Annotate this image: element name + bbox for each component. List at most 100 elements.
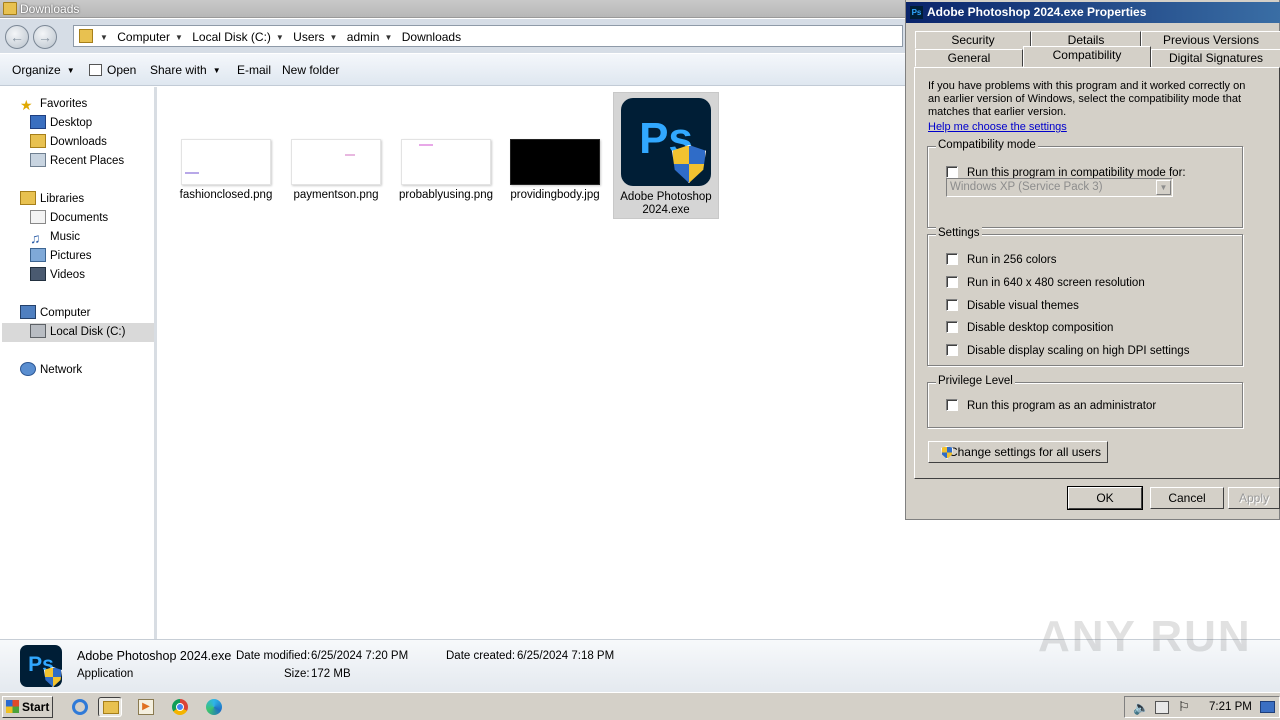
chevron-down-icon[interactable]: ▼: [175, 33, 183, 42]
file-list: fashionclosed.png paymentson.png probabl…: [160, 87, 905, 639]
nav-computer[interactable]: Computer: [20, 304, 91, 323]
drive-icon: [30, 324, 46, 338]
nav-libraries-label: Libraries: [40, 193, 85, 205]
apply-button[interactable]: Apply: [1228, 487, 1280, 509]
explorer-taskbar-button[interactable]: [98, 697, 122, 717]
chevron-down-icon[interactable]: ▼: [384, 33, 392, 42]
file-item[interactable]: probablyusing.png: [398, 139, 494, 201]
breadcrumb-downloads[interactable]: Downloads: [402, 30, 461, 44]
privilege-level-group: Privilege Level Run this program as an a…: [927, 375, 1243, 428]
documents-icon: [30, 210, 46, 224]
new-folder-button[interactable]: New folder: [282, 63, 339, 77]
caret-down-icon: ▼: [66, 66, 75, 75]
tab-compatibility[interactable]: Compatibility: [1023, 46, 1151, 67]
address-bar[interactable]: ▼ Computer ▼ Local Disk (C:) ▼ Users ▼ admi…: [73, 25, 903, 47]
checkbox-label: Run in 640 x 480 screen resolution: [967, 277, 1145, 289]
network-tray-icon[interactable]: [1155, 701, 1169, 714]
tab-previous-versions[interactable]: Previous Versions: [1141, 31, 1280, 49]
file-item-selected[interactable]: Ps Adobe Photoshop 2024.exe: [613, 92, 719, 219]
nav-local-disk[interactable]: Local Disk (C:): [2, 323, 154, 342]
details-file-type: Application: [77, 668, 134, 680]
cancel-button[interactable]: Cancel: [1150, 487, 1224, 509]
change-settings-all-users-button[interactable]: Change settings for all users: [928, 441, 1108, 463]
compatibility-mode-group: Compatibility mode Run this program in c…: [927, 139, 1243, 228]
nav-downloads[interactable]: Downloads: [30, 133, 107, 152]
chevron-down-icon[interactable]: ▼: [330, 33, 338, 42]
select-value: Windows XP (Service Pack 3): [950, 181, 1103, 193]
anyrun-watermark: ANY RUN: [1038, 612, 1252, 661]
breadcrumb-users[interactable]: Users: [293, 30, 324, 44]
dialog-titlebar[interactable]: Ps Adobe Photoshop 2024.exe Properties: [906, 2, 1280, 23]
checkbox-box: [946, 253, 958, 265]
back-button[interactable]: ←: [5, 25, 29, 49]
nav-libraries[interactable]: Libraries: [20, 190, 84, 209]
open-label: Open: [107, 63, 137, 77]
nav-music[interactable]: ♫ Music: [30, 228, 80, 247]
show-desktop-icon[interactable]: [1260, 701, 1275, 713]
recent-places-icon: [30, 153, 46, 167]
tab-security[interactable]: Security: [915, 31, 1031, 49]
nav-local-disk-label: Local Disk (C:): [50, 326, 126, 338]
checkbox-label: Disable display scaling on high DPI sett…: [967, 345, 1190, 357]
chevron-down-icon[interactable]: ▼: [276, 33, 284, 42]
file-name: fashionclosed.png: [179, 189, 273, 201]
nav-pictures-label: Pictures: [50, 250, 92, 262]
breadcrumb: ▼ Computer ▼ Local Disk (C:) ▼ Users ▼ admi…: [98, 30, 464, 44]
image-thumbnail: [181, 139, 271, 185]
setting-640x480-checkbox[interactable]: Run in 640 x 480 screen resolution: [946, 276, 1145, 289]
nav-network[interactable]: Network: [20, 361, 82, 380]
run-as-admin-checkbox[interactable]: Run this program as an administrator: [946, 399, 1156, 412]
folder-icon: [3, 2, 17, 15]
thumbnail-mark: [345, 154, 355, 156]
change-settings-label: Change settings for all users: [948, 445, 1102, 459]
forward-button[interactable]: →: [33, 25, 57, 49]
nav-documents[interactable]: Documents: [30, 209, 108, 228]
share-with-button[interactable]: Share with ▼: [150, 63, 221, 77]
file-name: probablyusing.png: [399, 189, 493, 201]
action-center-flag-icon[interactable]: ⚐: [1178, 699, 1190, 715]
nav-computer-label: Computer: [40, 307, 91, 319]
taskbar-clock[interactable]: 7:21 PM: [1209, 701, 1252, 713]
file-item[interactable]: providingbody.jpg: [507, 139, 603, 201]
media-player-icon: ▶: [138, 699, 154, 715]
setting-disable-visual-themes-checkbox[interactable]: Disable visual themes: [946, 299, 1079, 312]
ie-taskbar-button[interactable]: [68, 697, 92, 717]
breadcrumb-admin[interactable]: admin: [347, 30, 380, 44]
tab-digital-signatures[interactable]: Digital Signatures: [1151, 49, 1280, 67]
privilege-level-label: Privilege Level: [936, 375, 1015, 387]
details-size: 172 MB: [311, 668, 351, 680]
checkbox-box: [946, 276, 958, 288]
help-choose-settings-link[interactable]: Help me choose the settings: [928, 121, 1067, 133]
breadcrumb-local-disk[interactable]: Local Disk (C:): [192, 30, 271, 44]
email-button[interactable]: E-mail: [237, 63, 271, 77]
computer-icon: [20, 305, 36, 319]
tab-general[interactable]: General: [915, 49, 1023, 67]
compatibility-mode-select[interactable]: Windows XP (Service Pack 3) ▼: [946, 178, 1173, 197]
chevron-down-icon[interactable]: ▼: [100, 33, 108, 42]
nav-desktop[interactable]: Desktop: [30, 114, 92, 133]
setting-disable-desktop-composition-checkbox[interactable]: Disable desktop composition: [946, 321, 1113, 334]
music-icon: ♫: [30, 230, 41, 246]
setting-disable-dpi-scaling-checkbox[interactable]: Disable display scaling on high DPI sett…: [946, 344, 1189, 357]
checkbox-box: [946, 299, 958, 311]
volume-icon[interactable]: 🔈: [1133, 700, 1149, 716]
file-item[interactable]: fashionclosed.png: [178, 139, 274, 201]
nav-videos[interactable]: Videos: [30, 266, 85, 285]
nav-favorites[interactable]: ★ Favorites: [20, 95, 87, 114]
open-button[interactable]: Open: [89, 63, 136, 77]
edge-taskbar-button[interactable]: [202, 697, 226, 717]
ok-button[interactable]: OK: [1067, 486, 1143, 510]
nav-recent-places[interactable]: Recent Places: [30, 152, 124, 171]
breadcrumb-computer[interactable]: Computer: [117, 30, 170, 44]
details-date-modified-label: Date modified:: [236, 650, 311, 662]
file-item[interactable]: paymentson.png: [288, 139, 384, 201]
organize-button[interactable]: Organize ▼: [12, 63, 75, 77]
compatibility-mode-label: Compatibility mode: [936, 139, 1038, 151]
chrome-taskbar-button[interactable]: [168, 697, 192, 717]
media-player-taskbar-button[interactable]: ▶: [134, 697, 158, 717]
start-button[interactable]: Start: [2, 696, 53, 718]
nav-pictures[interactable]: Pictures: [30, 247, 92, 266]
checkbox-box: [946, 321, 958, 333]
network-icon: [20, 362, 36, 376]
setting-256-colors-checkbox[interactable]: Run in 256 colors: [946, 253, 1057, 266]
